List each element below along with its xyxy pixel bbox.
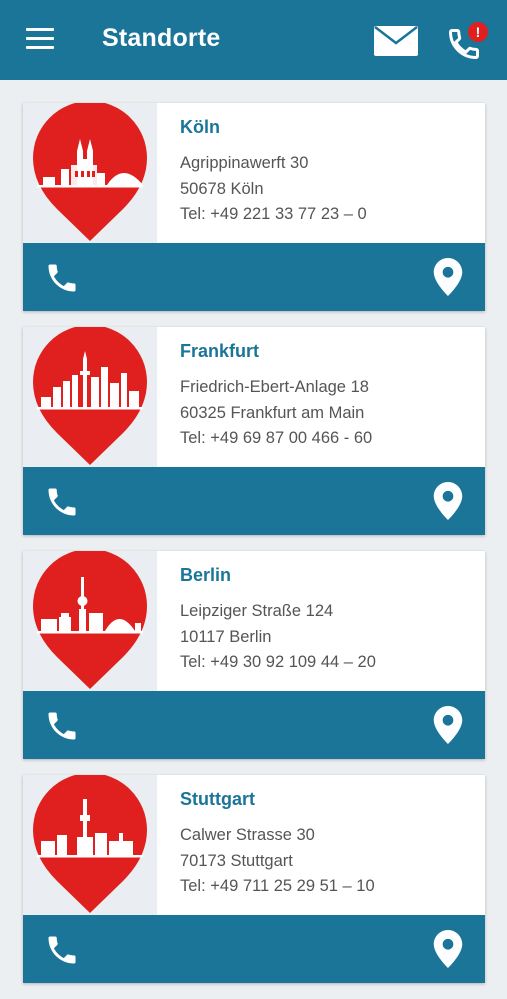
card-action-bar bbox=[23, 915, 485, 983]
city-pin-image bbox=[23, 327, 157, 467]
map-pin-icon[interactable] bbox=[433, 930, 463, 968]
phone-number: Tel: +49 221 33 77 23 – 0 bbox=[180, 205, 367, 223]
card-action-bar bbox=[23, 691, 485, 759]
location-card: Berlin Leipziger Straße 124 10117 Berlin… bbox=[23, 551, 485, 759]
location-card: Frankfurt Friedrich-Ebert-Anlage 18 6032… bbox=[23, 327, 485, 535]
postal-city: 10117 Berlin bbox=[180, 627, 272, 646]
city-name: Berlin bbox=[180, 565, 232, 585]
alert-badge: ! bbox=[468, 22, 488, 42]
card-action-bar bbox=[23, 467, 485, 535]
street-address: Calwer Strasse 30 bbox=[180, 826, 315, 844]
card-action-bar bbox=[23, 243, 485, 311]
city-name: Frankfurt bbox=[180, 341, 260, 361]
city-name: Stuttgart bbox=[180, 789, 255, 809]
phone-icon[interactable] bbox=[43, 708, 81, 744]
location-card: Stuttgart Calwer Strasse 30 70173 Stuttg… bbox=[23, 775, 485, 983]
phone-icon[interactable] bbox=[43, 260, 81, 296]
map-pin-icon[interactable] bbox=[433, 258, 463, 296]
location-card: Köln Agrippinawerft 30 50678 Köln Tel: +… bbox=[23, 103, 485, 311]
postal-city: 50678 Köln bbox=[180, 179, 264, 198]
postal-city: 60325 Frankfurt am Main bbox=[180, 403, 365, 422]
phone-icon[interactable] bbox=[43, 932, 81, 968]
location-list: Köln Agrippinawerft 30 50678 Köln Tel: +… bbox=[23, 103, 485, 999]
map-pin-icon[interactable] bbox=[433, 706, 463, 744]
phone-icon[interactable] bbox=[43, 484, 81, 520]
city-pin-image bbox=[23, 551, 157, 691]
city-name: Köln bbox=[180, 117, 220, 137]
city-pin-image bbox=[23, 103, 157, 243]
mail-icon[interactable] bbox=[374, 26, 418, 56]
phone-number: Tel: +49 69 87 00 466 - 60 bbox=[180, 429, 373, 447]
street-address: Leipziger Straße 124 bbox=[180, 602, 334, 620]
phone-number: Tel: +49 30 92 109 44 – 20 bbox=[180, 653, 376, 671]
street-address: Agrippinawerft 30 bbox=[180, 154, 309, 172]
app-bar: Standorte ! bbox=[0, 0, 507, 80]
phone-alert-icon[interactable]: ! bbox=[446, 20, 494, 64]
map-pin-icon[interactable] bbox=[433, 482, 463, 520]
street-address: Friedrich-Ebert-Anlage 18 bbox=[180, 378, 369, 396]
hamburger-menu-icon[interactable] bbox=[26, 28, 54, 52]
postal-city: 70173 Stuttgart bbox=[180, 851, 293, 870]
city-pin-image bbox=[23, 775, 157, 915]
phone-number: Tel: +49 711 25 29 51 – 10 bbox=[180, 877, 375, 895]
page-title: Standorte bbox=[102, 24, 221, 52]
